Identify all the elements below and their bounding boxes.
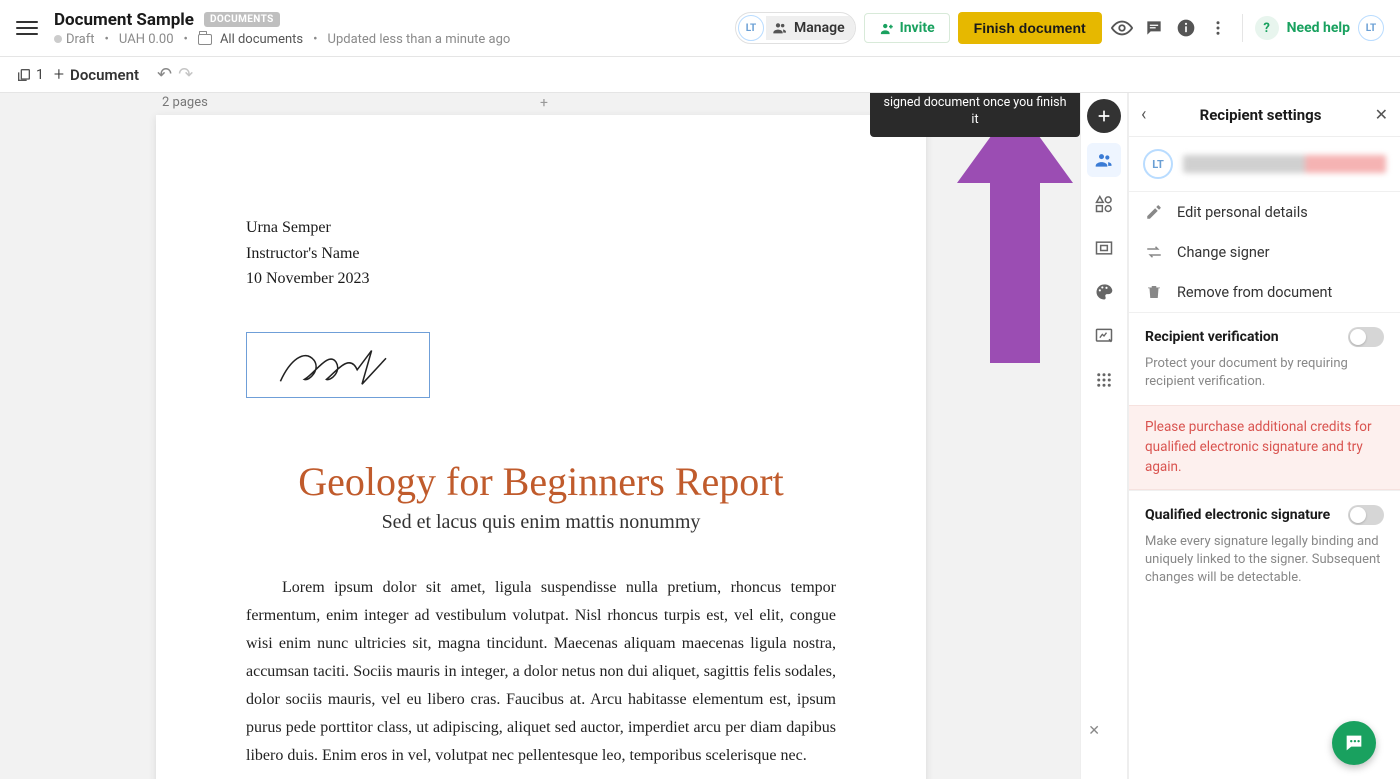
signature-icon [255, 341, 421, 389]
qualified-label: Qualified electronic signature [1145, 507, 1330, 523]
avatar[interactable]: LT [738, 15, 764, 41]
finish-tooltip: You will be able to download the signed … [870, 93, 1080, 137]
right-rail [1080, 93, 1128, 779]
close-panel-button[interactable]: ✕ [1375, 105, 1388, 124]
doc-instructor: Instructor's Name [246, 241, 836, 267]
comment-icon[interactable] [1142, 16, 1166, 40]
recipients-tab[interactable] [1087, 143, 1121, 177]
chat-icon [1343, 732, 1365, 754]
signature-field[interactable] [246, 332, 430, 398]
panel-title: Recipient settings [1146, 106, 1374, 124]
doc-body: Lorem ipsum dolor sit amet, ligula suspe… [246, 574, 836, 770]
more-menu-icon[interactable] [1206, 16, 1230, 40]
design-tab[interactable] [1087, 275, 1121, 309]
layout-tab[interactable] [1087, 231, 1121, 265]
manage-button[interactable]: Manage [766, 16, 855, 40]
updated-text: Updated less than a minute ago [328, 32, 511, 47]
user-avatar[interactable]: LT [1358, 15, 1384, 41]
add-page-button[interactable]: + [540, 95, 548, 111]
add-element-button[interactable] [1087, 99, 1121, 133]
annotation-arrow [955, 103, 1075, 363]
documents-badge: DOCUMENTS [204, 12, 280, 27]
change-signer-action[interactable]: Change signer [1129, 232, 1400, 272]
support-chat-button[interactable] [1332, 721, 1376, 765]
info-icon[interactable] [1174, 16, 1198, 40]
status-text: Draft [66, 32, 95, 47]
doc-main-title: Geology for Beginners Report [246, 458, 836, 505]
canvas-area: 2 pages + ••• You will be able to downlo… [0, 93, 1080, 779]
qualified-section: Qualified electronic signature Make ever… [1129, 490, 1400, 602]
breadcrumb[interactable]: All documents [220, 32, 303, 47]
manage-pill: LT Manage [735, 12, 856, 44]
document-count[interactable]: 1 [16, 67, 44, 83]
top-header: Document Sample DOCUMENTS Draft UAH 0.00… [0, 0, 1400, 57]
document-page[interactable]: Urna Semper Instructor's Name 10 Novembe… [156, 115, 926, 779]
page-count-label: 2 pages [162, 95, 208, 110]
qualified-toggle[interactable] [1348, 505, 1384, 525]
edit-details-action[interactable]: Edit personal details [1129, 192, 1400, 232]
meta-row: Draft UAH 0.00 All documents Updated les… [54, 32, 510, 47]
remove-action[interactable]: Remove from document [1129, 272, 1400, 312]
credits-warning: Please purchase additional credits for q… [1129, 405, 1400, 490]
swap-icon [1145, 243, 1163, 261]
help-icon: ? [1255, 16, 1279, 40]
side-panel: ‹ Recipient settings ✕ LT Edit personal … [1128, 93, 1400, 779]
verification-toggle[interactable] [1348, 327, 1384, 347]
title-block: Document Sample DOCUMENTS Draft UAH 0.00… [54, 10, 510, 47]
redo-button[interactable]: ↷ [178, 64, 193, 85]
doc-date: 10 November 2023 [246, 266, 836, 292]
shapes-tab[interactable] [1087, 187, 1121, 221]
finish-document-button[interactable]: Finish document [958, 12, 1102, 44]
plus-icon: + [54, 64, 64, 85]
document-title: Document Sample [54, 10, 194, 30]
recipient-avatar: LT [1143, 149, 1173, 179]
folder-icon [198, 34, 212, 45]
recipient-row[interactable]: LT [1129, 137, 1400, 192]
need-help-button[interactable]: ? Need help [1255, 16, 1350, 40]
amount-text: UAH 0.00 [119, 32, 174, 47]
add-document-button[interactable]: + Document [54, 64, 139, 85]
verification-section: Recipient verification Protect your docu… [1129, 312, 1400, 405]
trash-icon [1145, 283, 1163, 301]
doc-subtitle: Sed et lacus quis enim mattis nonummy [246, 511, 836, 534]
apps-tab[interactable] [1087, 363, 1121, 397]
add-person-icon [879, 21, 894, 36]
pencil-icon [1145, 203, 1163, 221]
dismiss-button[interactable]: ✕ [1088, 723, 1100, 739]
undo-button[interactable]: ↶ [157, 64, 172, 85]
invite-button[interactable]: Invite [864, 13, 950, 43]
preview-icon[interactable] [1110, 16, 1134, 40]
variables-tab[interactable] [1087, 319, 1121, 353]
verification-desc: Protect your document by requiring recip… [1145, 355, 1384, 391]
recipient-name-redacted [1183, 155, 1386, 173]
doc-author: Urna Semper [246, 215, 836, 241]
copy-icon [16, 67, 32, 83]
hamburger-menu[interactable] [16, 17, 38, 39]
people-icon [772, 20, 788, 36]
qualified-desc: Make every signature legally binding and… [1145, 533, 1384, 588]
sub-header: 1 + Document ↶ ↷ [0, 57, 1400, 93]
divider [1242, 14, 1243, 42]
verification-label: Recipient verification [1145, 329, 1279, 345]
